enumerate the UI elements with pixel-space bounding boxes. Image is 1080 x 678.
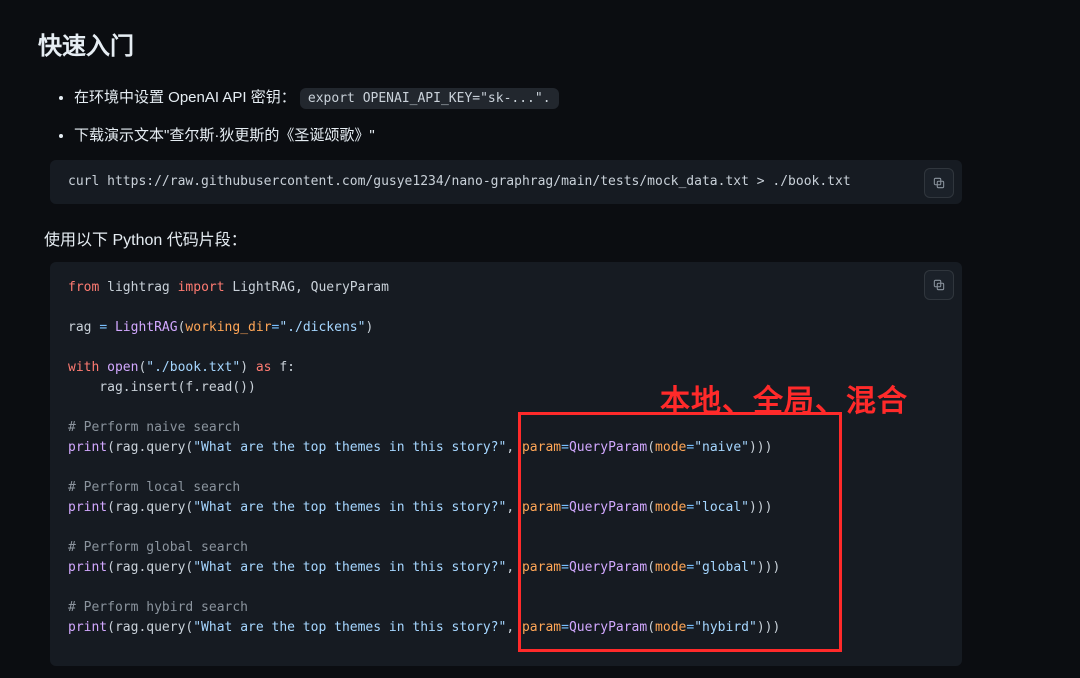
copy-icon — [932, 278, 946, 292]
python-code: from lightrag import LightRAG, QueryPara… — [68, 278, 944, 638]
section-heading: 快速入门 — [8, 0, 1006, 75]
bullet-env-text: 在环境中设置 OpenAI API 密钥： — [74, 89, 296, 106]
copy-button[interactable] — [924, 270, 954, 300]
bullet-demo: 下载演示文本"查尔斯·狄更斯的《圣诞颂歌》" — [74, 123, 1006, 149]
code-block-curl: curl https://raw.githubusercontent.com/g… — [50, 160, 962, 204]
sub-heading: 使用以下 Python 代码片段： — [44, 226, 1006, 250]
bullet-env: 在环境中设置 OpenAI API 密钥： export OPENAI_API_… — [74, 85, 1006, 111]
copy-icon — [932, 176, 946, 190]
curl-command: curl https://raw.githubusercontent.com/g… — [68, 172, 944, 192]
code-block-python: from lightrag import LightRAG, QueryPara… — [50, 262, 962, 666]
bullet-list: 在环境中设置 OpenAI API 密钥： export OPENAI_API_… — [8, 75, 1006, 148]
copy-button[interactable] — [924, 168, 954, 198]
document-root: 快速入门 在环境中设置 OpenAI API 密钥： export OPENAI… — [8, 0, 1006, 666]
inline-code-env: export OPENAI_API_KEY="sk-...". — [300, 88, 559, 109]
